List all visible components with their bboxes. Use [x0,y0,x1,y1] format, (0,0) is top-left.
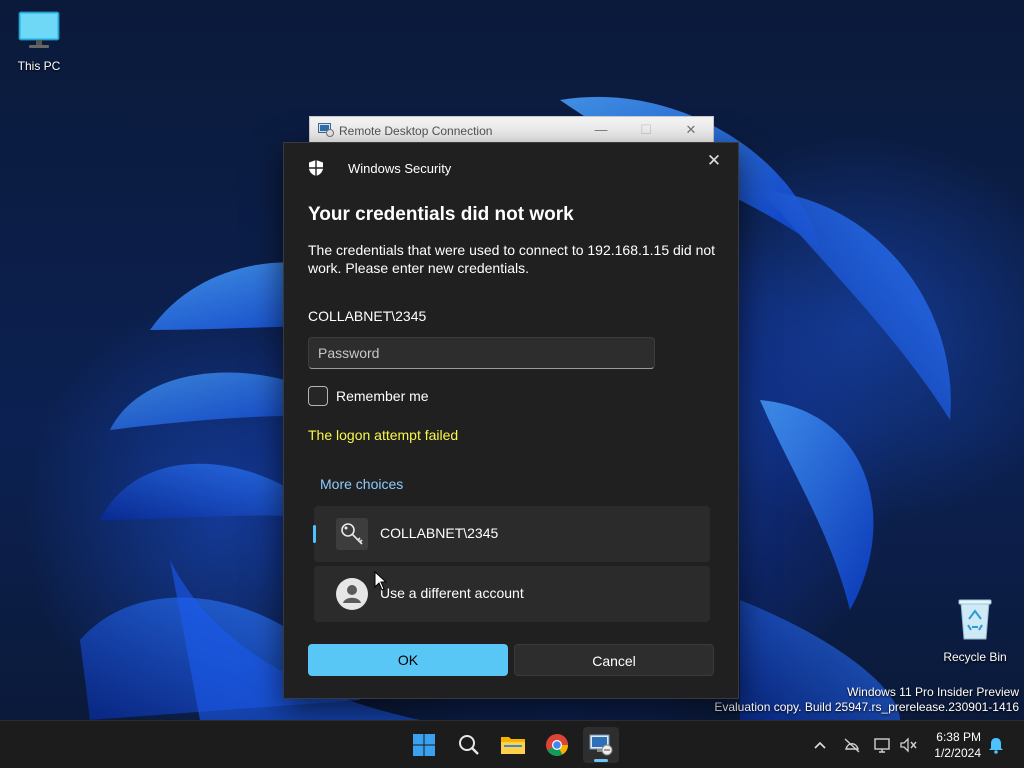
notification-bell-icon [989,738,1003,754]
recycle-bin-glyph-icon [958,599,992,640]
account-choice-current[interactable]: COLLABNET\2345 [313,506,710,562]
clock-date: 1/2/2024 [934,746,981,760]
show-hidden-icons-button[interactable] [810,735,830,755]
mouse-cursor-icon [374,571,388,591]
username-label: COLLABNET\2345 [308,308,427,324]
windows-security-dialog: Windows Security ✕ Your credentials did … [283,142,739,699]
network-status-button[interactable] [842,735,862,755]
user-avatar-icon [336,578,368,610]
more-choices-link[interactable]: More choices [320,476,403,492]
file-explorer-icon [501,737,525,754]
minimize-button[interactable]: — [586,120,616,140]
watermark-line2: Evaluation copy. Build 25947.rs_prerelea… [714,700,1019,714]
file-explorer-button[interactable] [495,727,531,763]
clock-time: 6:38 PM [936,730,981,744]
network-off-icon [844,738,860,753]
selection-indicator [313,525,316,543]
notifications-button[interactable] [986,735,1006,755]
dialog-description: The credentials that were used to connec… [308,242,716,276]
dialog-heading: Your credentials did not work [308,204,574,225]
account-choice-different-label: Use a different account [380,585,524,601]
start-icon [413,734,435,756]
volume-button[interactable] [899,735,919,755]
remember-me-checkbox[interactable] [308,386,328,406]
cancel-button[interactable]: Cancel [514,644,714,676]
account-choice-current-label: COLLABNET\2345 [380,525,499,541]
taskbar: 6:38 PM 1/2/2024 [0,720,1024,768]
search-icon [459,735,479,755]
remote-desktop-window[interactable]: Remote Desktop Connection — ☐ ✕ [309,116,714,144]
this-pc-label: This PC [17,59,61,73]
chrome-button[interactable] [539,727,575,763]
remote-desktop-icon [589,734,613,756]
this-pc-icon[interactable]: This PC [0,10,78,73]
system-clock[interactable]: 6:38 PM 1/2/2024 [934,729,981,761]
watermark-line1: Windows 11 Pro Insider Preview [847,685,1019,699]
maximize-button[interactable]: ☐ [631,120,661,140]
chevron-up-icon [814,741,826,749]
volume-muted-icon [900,737,917,753]
chrome-icon [546,734,568,756]
evaluation-watermark: Windows 11 Pro Insider Preview Evaluatio… [714,685,1019,715]
remote-desktop-title-icon [318,123,334,137]
shield-icon [309,160,323,176]
display-icon [874,738,890,753]
active-app-indicator [594,759,608,762]
close-button[interactable]: ✕ [676,120,706,140]
remember-me-label: Remember me [336,388,429,404]
dialog-app-name: Windows Security [348,160,452,176]
recycle-bin-icon[interactable]: Recycle Bin [936,597,1014,664]
error-message: The logon attempt failed [308,427,459,443]
search-button[interactable] [451,727,487,763]
remember-me-row[interactable]: Remember me [308,386,429,406]
dialog-close-icon[interactable]: ✕ [704,151,724,171]
recycle-bin-label: Recycle Bin [943,650,1007,664]
display-button[interactable] [873,735,893,755]
dialog-header: Windows Security [308,159,451,177]
monitor-icon [18,11,60,48]
start-button[interactable] [406,727,442,763]
remote-desktop-taskbar-button[interactable] [583,727,619,763]
password-input[interactable] [308,337,655,369]
ok-button[interactable]: OK [308,644,508,676]
remote-desktop-title: Remote Desktop Connection [339,124,493,138]
key-icon [336,518,368,550]
